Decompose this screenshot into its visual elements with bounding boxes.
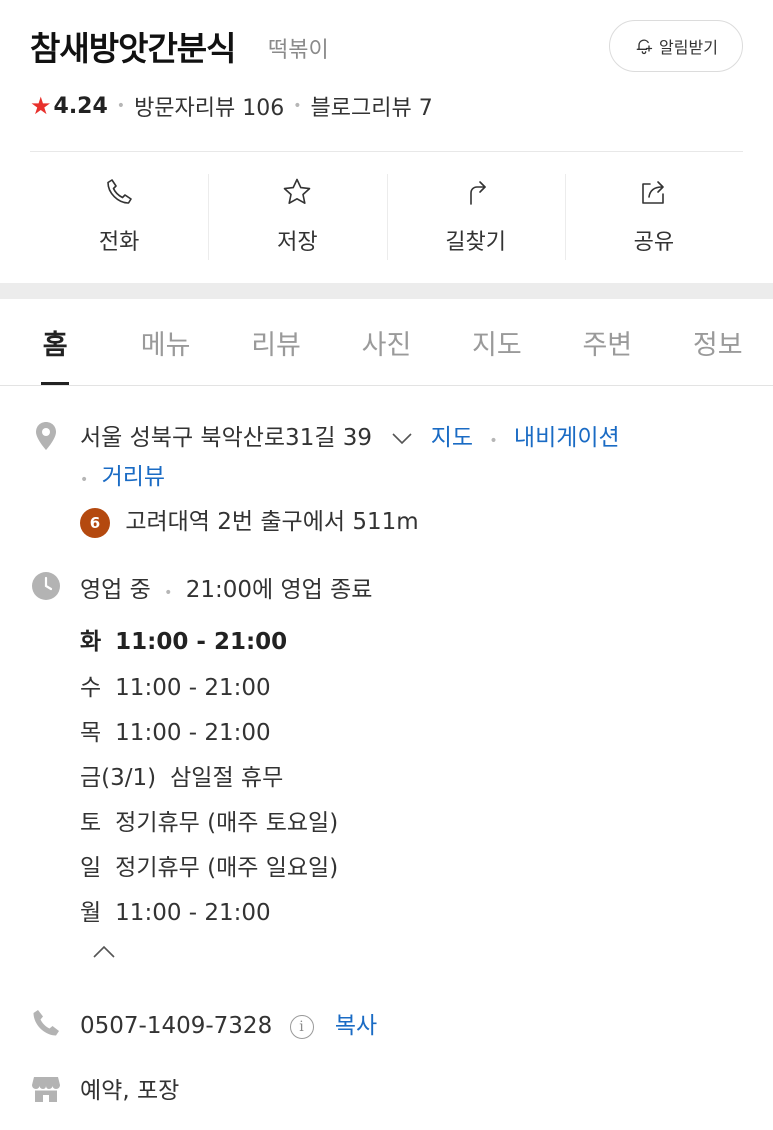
rating-score: 4.24 — [53, 93, 108, 119]
clock-icon — [32, 572, 60, 600]
address-text: 서울 성북구 북악산로31길 39 — [80, 425, 373, 451]
hours-row: 월 11:00 - 21:00 — [80, 893, 271, 927]
hours-day: 화 — [80, 629, 102, 655]
hours-time: 정기휴무 (매주 토요일) — [115, 810, 339, 836]
hours-time: 삼일절 휴무 — [170, 765, 284, 791]
separator-dot: • — [116, 98, 126, 114]
services-text: 예약, 포장 — [80, 1078, 180, 1104]
separator-dot: • — [164, 585, 173, 601]
hours-row: 목 11:00 - 21:00 — [80, 713, 271, 747]
call-button[interactable]: 전화 — [30, 168, 208, 268]
call-label: 전화 — [98, 230, 140, 255]
separator-dot: • — [80, 472, 89, 488]
directions-icon — [469, 181, 486, 205]
phone-icon — [107, 179, 132, 204]
directions-label: 길찾기 — [445, 230, 506, 255]
tab-nearby[interactable]: 주변 — [552, 300, 662, 385]
tab-bar: 홈 메뉴 리뷰 사진 지도 주변 정보 — [0, 300, 773, 386]
chevron-down-icon[interactable] — [391, 432, 413, 446]
subway-info: 6 고려대역 2번 출구에서 511m — [80, 502, 753, 538]
section-separator — [0, 283, 773, 299]
save-button[interactable]: 저장 — [208, 168, 386, 268]
phone-section: 0507-1409-7328 i 복사 — [30, 1006, 753, 1042]
tab-map[interactable]: 지도 — [442, 300, 552, 385]
phone-icon — [33, 1010, 59, 1036]
hours-section: 영업 중 • 21:00에 영업 종료 화 11:00 - 21:00 수 11:0… — [30, 568, 753, 968]
place-category: 떡볶이 — [268, 38, 329, 63]
bell-plus-icon — [636, 39, 653, 55]
hours-day: 목 — [80, 720, 102, 746]
tab-menu[interactable]: 메뉴 — [110, 300, 220, 385]
visitor-reviews-link[interactable]: 방문자리뷰 106 — [134, 90, 284, 122]
directions-button[interactable]: 길찾기 — [386, 168, 565, 268]
blog-reviews-link[interactable]: 블로그리뷰 7 — [311, 90, 433, 122]
hours-time: 정기휴무 (매주 일요일) — [115, 855, 339, 881]
hours-day: 수 — [80, 675, 102, 701]
hours-status-line[interactable]: 영업 중 • 21:00에 영업 종료 — [80, 570, 753, 604]
separator-dot: • — [293, 98, 302, 114]
share-label: 공유 — [633, 230, 675, 255]
rating-row: ★ 4.24 • 방문자리뷰 106 • 블로그리뷰 7 — [30, 90, 433, 122]
tab-home[interactable]: 홈 — [0, 300, 110, 385]
notify-button[interactable]: 알림받기 — [609, 20, 743, 72]
open-status: 영업 중 — [80, 577, 151, 603]
subway-line-badge: 6 — [80, 507, 110, 538]
hours-time: 11:00 - 21:00 — [115, 720, 271, 746]
rating-star-icon: ★ — [30, 92, 52, 120]
action-bar: 전화 저장 길찾기 공유 — [30, 168, 743, 268]
location-pin-icon — [36, 422, 56, 450]
phone-number[interactable]: 0507-1409-7328 — [80, 1013, 272, 1039]
save-label: 저장 — [277, 230, 318, 255]
tab-info[interactable]: 정보 — [663, 300, 773, 385]
place-header: 참새방앗간분식 떡볶이 알림받기 ★ 4.24 • 방문자리뷰 106 • 블로… — [30, 18, 743, 148]
map-link[interactable]: 지도 — [431, 425, 473, 451]
share-icon — [642, 181, 664, 204]
hours-time: 11:00 - 21:00 — [115, 629, 288, 655]
store-icon — [32, 1077, 60, 1102]
tab-reviews[interactable]: 리뷰 — [221, 300, 331, 385]
hours-row: 수 11:00 - 21:00 — [80, 668, 271, 702]
hours-day: 토 — [80, 810, 102, 836]
share-button[interactable]: 공유 — [564, 168, 743, 268]
address-section: 서울 성북구 북악산로31길 39 지도 • 내비게이션 • 거리뷰 6 고려대… — [30, 418, 753, 538]
hours-row: 일 정기휴무 (매주 일요일) — [80, 848, 338, 882]
hours-row-today: 화 11:00 - 21:00 — [80, 622, 287, 656]
place-title: 참새방앗간분식 — [30, 29, 237, 68]
chevron-up-icon[interactable] — [92, 944, 116, 960]
copy-phone-button[interactable]: 복사 — [335, 1013, 377, 1039]
closing-time-text: 21:00에 영업 종료 — [185, 577, 373, 603]
separator-dot: • — [489, 433, 498, 449]
street-view-link[interactable]: 거리뷰 — [102, 464, 165, 490]
hours-day: 일 — [80, 855, 102, 881]
hours-day: 금(3/1) — [80, 765, 157, 791]
subway-distance-text: 고려대역 2번 출구에서 511m — [125, 509, 419, 535]
services-section: 예약, 포장 — [30, 1071, 753, 1107]
tab-photos[interactable]: 사진 — [331, 300, 441, 385]
hours-time: 11:00 - 21:00 — [115, 675, 271, 701]
hours-row: 금(3/1) 삼일절 휴무 — [80, 758, 283, 792]
hours-day: 월 — [80, 900, 102, 926]
navigation-link[interactable]: 내비게이션 — [514, 425, 620, 451]
star-icon — [284, 178, 311, 204]
notify-button-label: 알림받기 — [659, 38, 718, 57]
info-icon[interactable]: i — [289, 1014, 314, 1039]
header-divider — [30, 151, 743, 152]
hours-row: 토 정기휴무 (매주 토요일) — [80, 803, 338, 837]
hours-time: 11:00 - 21:00 — [115, 900, 271, 926]
